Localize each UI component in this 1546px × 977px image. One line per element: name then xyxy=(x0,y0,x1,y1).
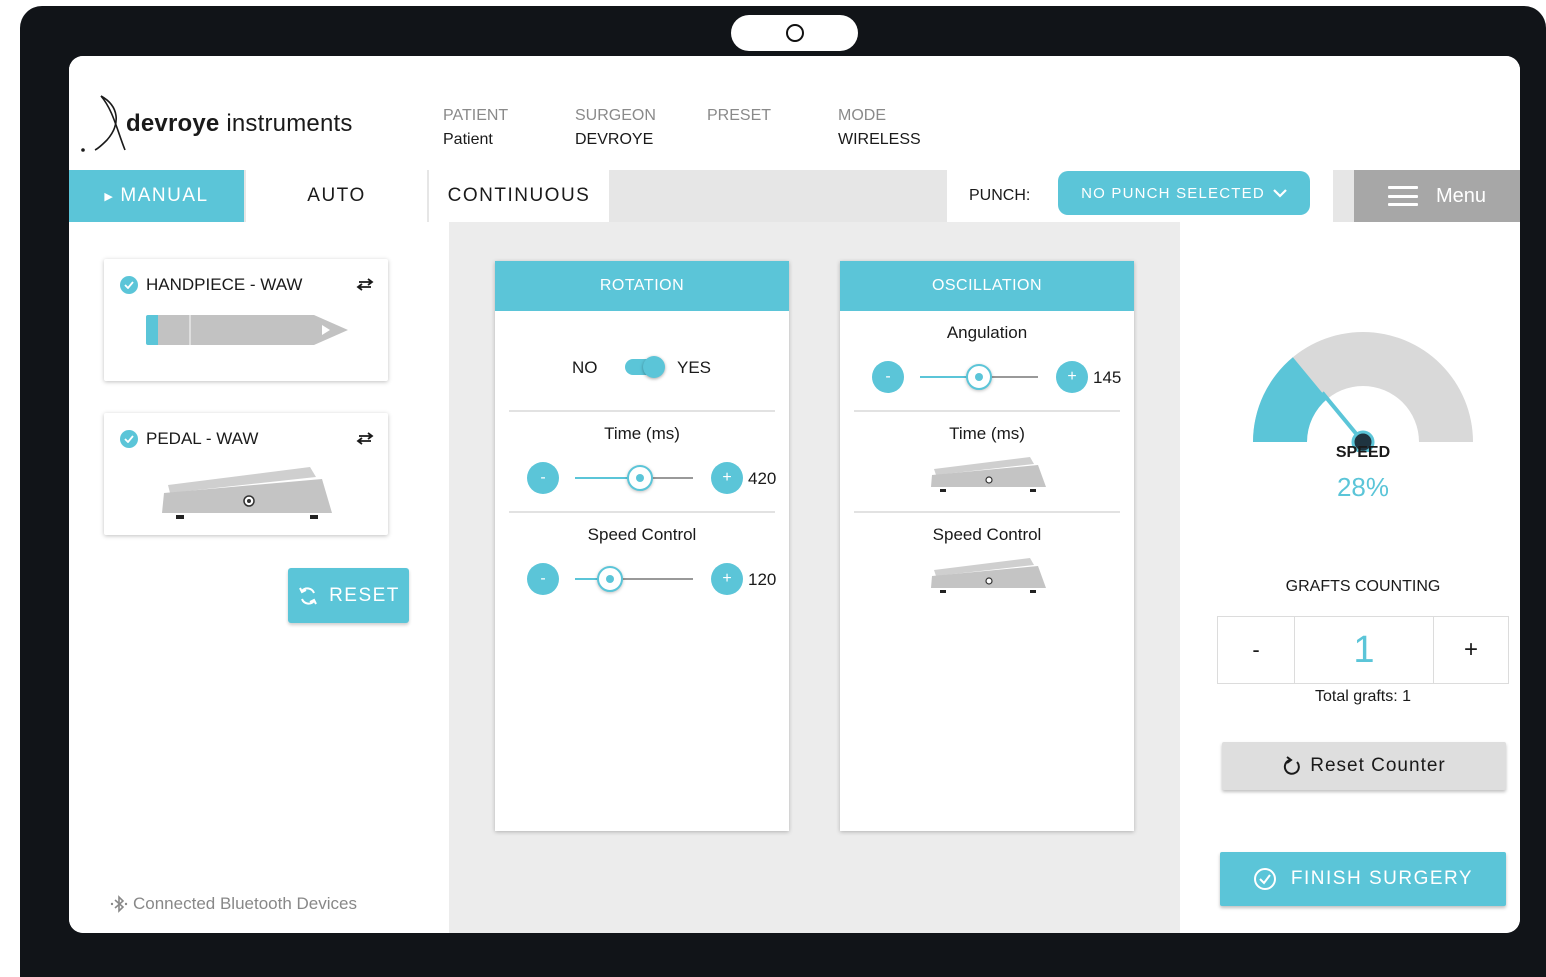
speed-value: 28% xyxy=(1336,472,1390,502)
grafts-count: 1 xyxy=(1295,617,1434,683)
time-increase-button[interactable]: + xyxy=(711,462,743,494)
status-panel: SPEED 28% GRAFTS COUNTING - 1 + Total gr… xyxy=(1180,222,1520,933)
devices-panel: HANDPIECE - WAW PEDAL - WAW RESET Connec… xyxy=(69,222,449,933)
device-card-handpiece[interactable]: HANDPIECE - WAW xyxy=(104,259,388,381)
rotation-title: ROTATION xyxy=(495,261,789,311)
bluetooth-icon xyxy=(110,895,128,913)
menu-button[interactable]: Menu xyxy=(1354,170,1520,222)
tab-manual[interactable]: ▶ MANUAL xyxy=(69,170,246,222)
speed-decrease-button[interactable]: - xyxy=(527,563,559,595)
grafts-counter: - 1 + xyxy=(1217,616,1509,684)
divider xyxy=(509,511,775,513)
swap-icon[interactable] xyxy=(354,427,376,449)
oscillation-card: OSCILLATION Angulation - + 145 Time (ms) xyxy=(840,261,1134,831)
osc-time-label: Time (ms) xyxy=(949,424,1025,443)
check-icon xyxy=(120,276,138,294)
reset-button[interactable]: RESET xyxy=(288,568,409,623)
angulation-label: Angulation xyxy=(946,323,1028,342)
pedal-icon xyxy=(162,467,332,519)
swap-icon[interactable] xyxy=(354,273,376,295)
speed-control-value: 120 xyxy=(748,570,777,589)
angulation-slider-thumb[interactable] xyxy=(966,364,992,390)
bluetooth-status[interactable]: Connected Bluetooth Devices xyxy=(109,894,357,914)
punch-label: PUNCH: xyxy=(969,187,1031,204)
chevron-down-icon xyxy=(1273,189,1287,198)
punch-select[interactable]: NO PUNCH SELECTED xyxy=(1058,171,1310,215)
grafts-counting-title: GRAFTS COUNTING xyxy=(1285,578,1441,595)
time-value: 420 xyxy=(748,469,777,488)
device-name: PEDAL - WAW xyxy=(146,429,259,448)
angulation-decrease-button[interactable]: - xyxy=(872,361,904,393)
refresh-icon xyxy=(299,586,317,605)
reset-icon xyxy=(1284,756,1301,775)
mode-tabs-bar: ▶ MANUAL AUTO CONTINUOUS PUNCH: NO PUNCH … xyxy=(69,170,1520,222)
total-grafts: Total grafts: 1 xyxy=(1314,688,1412,705)
check-circle-icon xyxy=(1253,868,1276,890)
toggle-off-label: NO xyxy=(572,358,598,377)
rotation-toggle[interactable] xyxy=(625,356,665,378)
finish-surgery-button[interactable]: FINISH SURGERY xyxy=(1220,852,1506,906)
check-icon xyxy=(120,430,138,448)
toggle-on-label: YES xyxy=(677,358,712,377)
preset-field: PRESET xyxy=(707,107,772,124)
camera-icon xyxy=(785,24,804,42)
speed-control-label: Speed Control xyxy=(587,525,697,544)
grafts-increase-button[interactable]: + xyxy=(1434,617,1508,683)
rotation-card: ROTATION NO YES Time (ms) - + 420 Speed … xyxy=(495,261,789,831)
divider xyxy=(854,410,1120,412)
grafts-decrease-button[interactable]: - xyxy=(1218,617,1295,683)
time-slider[interactable] xyxy=(575,465,693,491)
pedal-icon xyxy=(931,558,1046,593)
angulation-increase-button[interactable]: + xyxy=(1056,361,1088,393)
osc-speed-control-label: Speed Control xyxy=(932,525,1042,544)
device-card-pedal[interactable]: PEDAL - WAW xyxy=(104,413,388,535)
time-slider-thumb[interactable] xyxy=(626,465,653,491)
tablet-frame: devroye instruments PATIENT Patient SURGE… xyxy=(20,6,1546,977)
handpiece-icon xyxy=(146,315,348,345)
app-screen: devroye instruments PATIENT Patient SURGE… xyxy=(69,56,1520,933)
surgeon-field: SURGEON DEVROYE xyxy=(575,107,656,148)
speed-slider[interactable] xyxy=(575,566,693,592)
speed-increase-button[interactable]: + xyxy=(711,563,743,595)
divider xyxy=(509,410,775,412)
angulation-slider[interactable] xyxy=(920,364,1038,390)
settings-panel: ROTATION NO YES Time (ms) - + 420 Speed … xyxy=(449,222,1180,933)
play-indicator-icon: ▶ xyxy=(104,190,115,203)
speed-slider-thumb[interactable] xyxy=(597,566,624,592)
divider xyxy=(854,511,1120,513)
speed-gauge xyxy=(1253,332,1473,452)
oscillation-title: OSCILLATION xyxy=(840,261,1134,311)
device-name: HANDPIECE - WAW xyxy=(146,275,303,294)
tab-auto[interactable]: AUTO xyxy=(246,170,429,222)
angulation-value: 145 xyxy=(1093,368,1122,387)
camera-notch xyxy=(731,15,858,51)
time-decrease-button[interactable]: - xyxy=(527,462,559,494)
speed-label: SPEED xyxy=(1335,444,1391,461)
mode-field: MODE WIRELESS xyxy=(838,107,921,148)
header: devroye instruments PATIENT Patient SURGE… xyxy=(69,56,1520,170)
reset-counter-button[interactable]: Reset Counter xyxy=(1222,742,1506,790)
hamburger-icon xyxy=(1387,186,1418,206)
tab-continuous[interactable]: CONTINUOUS xyxy=(429,170,611,222)
punch-area: PUNCH: NO PUNCH SELECTED xyxy=(947,170,1333,222)
pedal-icon xyxy=(931,457,1046,492)
patient-field: PATIENT Patient xyxy=(443,107,509,148)
time-label: Time (ms) xyxy=(604,424,680,443)
brand-name: devroye instruments xyxy=(126,110,353,137)
